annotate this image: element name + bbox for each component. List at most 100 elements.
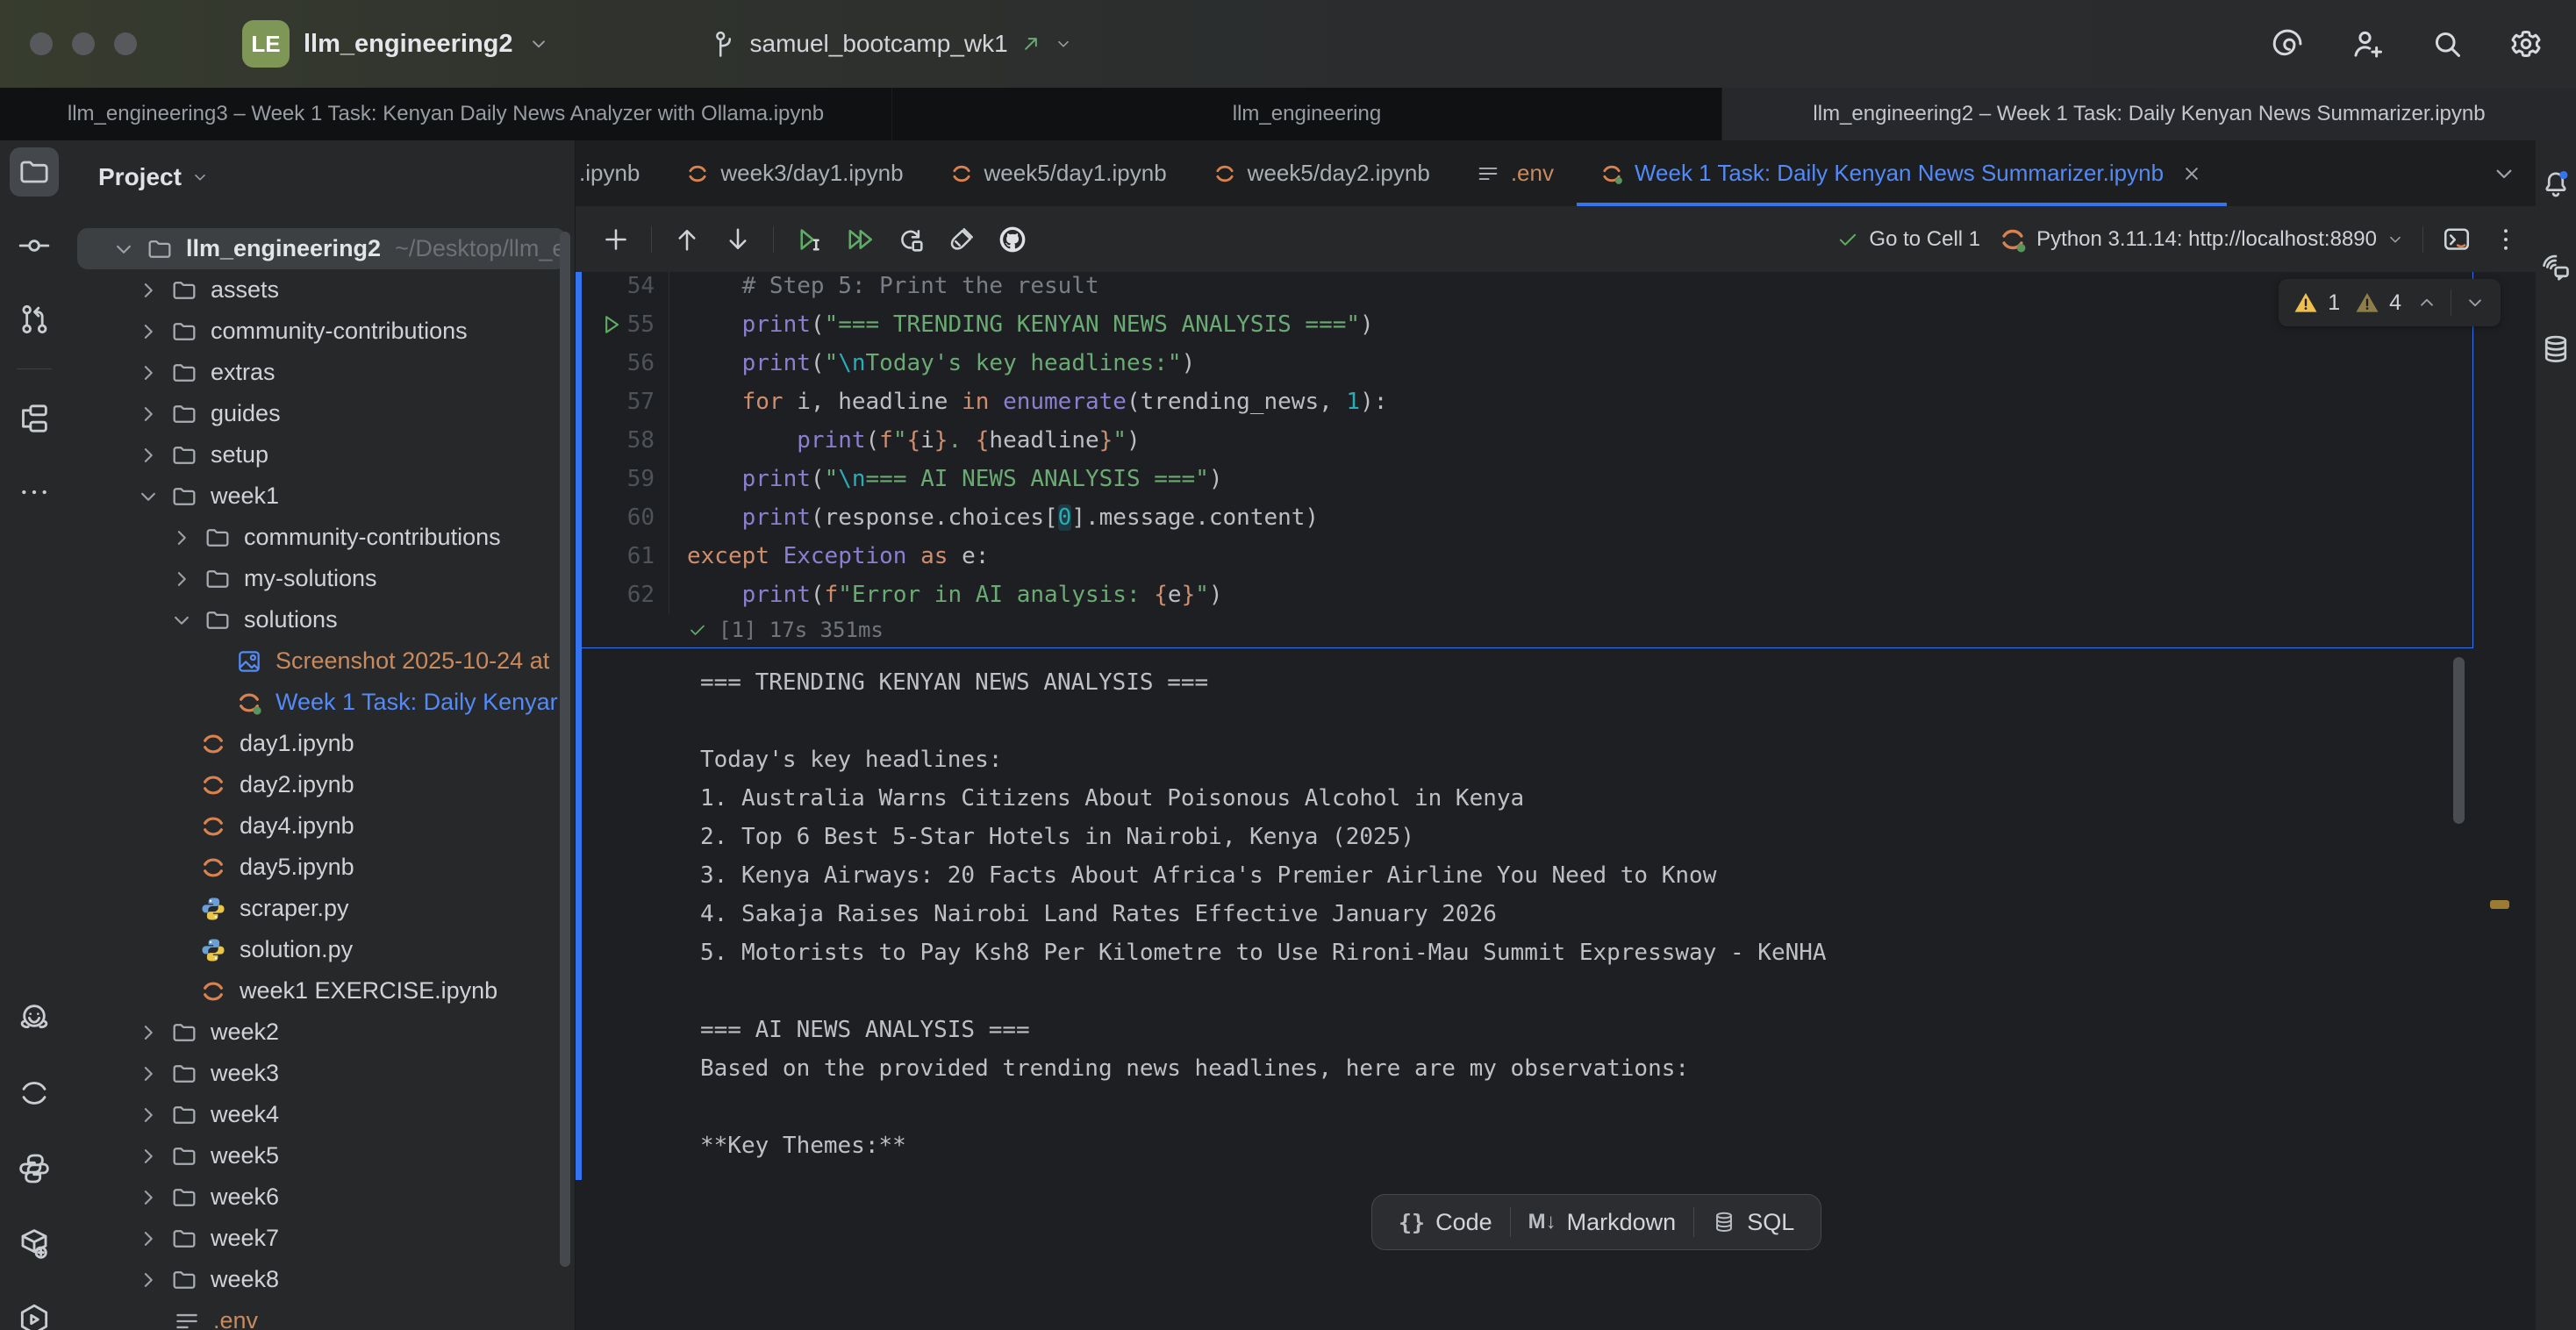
- window-tab[interactable]: llm_engineering: [892, 88, 1722, 140]
- tree-item[interactable]: week6: [68, 1176, 575, 1218]
- folder-icon: [170, 1183, 198, 1212]
- editor-tab[interactable]: .env: [1453, 140, 1577, 206]
- search-icon[interactable]: [2429, 25, 2465, 62]
- github-button[interactable]: [997, 224, 1028, 255]
- tree-item-label: week8: [211, 1266, 279, 1293]
- tree-item[interactable]: community-contributions: [68, 517, 575, 558]
- more-actions-button[interactable]: [2490, 224, 2522, 255]
- tree-item[interactable]: guides: [68, 393, 575, 434]
- tree-item-label: day5.ipynb: [240, 854, 354, 881]
- tree-item[interactable]: community-contributions: [68, 311, 575, 352]
- ide-window: LE llm_engineering2 samuel_bootcamp_wk1 …: [0, 0, 2576, 1330]
- code-cell[interactable]: 54 # Step 5: Print the result55 print("=…: [582, 272, 2473, 648]
- add-sql-cell-button[interactable]: SQL: [1694, 1195, 1812, 1249]
- tree-item[interactable]: week8: [68, 1259, 575, 1300]
- add-user-icon[interactable]: [2350, 25, 2386, 62]
- tree-item[interactable]: day1.ipynb: [68, 723, 575, 764]
- window-tab[interactable]: llm_engineering3 – Week 1 Task: Kenyan D…: [0, 88, 892, 140]
- tree-item[interactable]: day4.ipynb: [68, 805, 575, 847]
- tool-folder-button[interactable]: [10, 147, 59, 197]
- tree-item[interactable]: week3: [68, 1053, 575, 1094]
- tree-item[interactable]: week1 EXERCISE.ipynb: [68, 970, 575, 1012]
- tree-item[interactable]: day5.ipynb: [68, 847, 575, 888]
- tool-services-button[interactable]: [10, 1295, 59, 1330]
- project-tree-scrollbar[interactable]: [560, 232, 570, 1267]
- markdown-icon: M↓: [1528, 1210, 1556, 1234]
- add-button[interactable]: [600, 224, 632, 255]
- tool-huggingface-button[interactable]: [10, 993, 59, 1042]
- line-number: 57: [582, 383, 669, 421]
- window-tab[interactable]: llm_engineering2 – Week 1 Task: Daily Ke…: [1722, 88, 2576, 140]
- tree-item[interactable]: solution.py: [68, 929, 575, 970]
- previ­ous-problem-button[interactable]: [2415, 291, 2438, 314]
- tree-item[interactable]: week2: [68, 1012, 575, 1053]
- tool-commit-button[interactable]: [10, 221, 59, 270]
- tree-item[interactable]: day2.ipynb: [68, 764, 575, 805]
- add-markdown-cell-button[interactable]: M↓ Markdown: [1511, 1195, 1694, 1249]
- tool-database-button[interactable]: [2536, 325, 2576, 374]
- tree-item[interactable]: Screenshot 2025-10-24 at: [68, 640, 575, 682]
- tree-item[interactable]: scraper.py: [68, 888, 575, 929]
- run-cell-gutter-icon[interactable]: [599, 312, 624, 337]
- goto-cell-button[interactable]: Go to Cell 1: [1835, 227, 1980, 252]
- tool-structure-button[interactable]: [10, 394, 59, 443]
- editor-tab[interactable]: week5/day2.ipynb: [1190, 140, 1453, 206]
- tree-item[interactable]: llm_engineering2~/Desktop/llm_er: [77, 228, 566, 269]
- tool-python-outline-button[interactable]: [10, 1144, 59, 1193]
- branch-widget[interactable]: samuel_bootcamp_wk1: [708, 28, 1073, 60]
- run-button[interactable]: [793, 224, 825, 255]
- editor-tab[interactable]: .ipynb: [576, 140, 662, 206]
- settings-icon[interactable]: [2508, 25, 2544, 62]
- close-tab-icon[interactable]: [2179, 161, 2204, 186]
- add-code-cell-button[interactable]: {} Code: [1381, 1195, 1510, 1249]
- project-selector[interactable]: LE llm_engineering2: [242, 20, 550, 68]
- arrow-up-button[interactable]: [671, 224, 703, 255]
- next-problem-button[interactable]: [2464, 291, 2487, 314]
- editor-tab[interactable]: week3/day1.ipynb: [662, 140, 926, 206]
- editor-tab[interactable]: week5/day1.ipynb: [927, 140, 1190, 206]
- hidden-tabs-button[interactable]: [2490, 160, 2518, 188]
- inspections-widget[interactable]: 1 4: [2279, 279, 2501, 326]
- project-header[interactable]: Project: [68, 140, 575, 191]
- tree-item[interactable]: week5: [68, 1135, 575, 1176]
- tree-item[interactable]: Week 1 Task: Daily Kenyar: [68, 682, 575, 723]
- ai-swirl-icon[interactable]: [2271, 25, 2308, 62]
- arrow-down-button[interactable]: [722, 224, 754, 255]
- folder-icon: [170, 1142, 198, 1170]
- tree-item[interactable]: week1: [68, 476, 575, 517]
- minimize-window-button[interactable]: [72, 32, 95, 55]
- tree-item[interactable]: extras: [68, 352, 575, 393]
- tree-item[interactable]: assets: [68, 269, 575, 311]
- package-icon: [17, 1226, 52, 1262]
- jupyter-console-button[interactable]: [2441, 224, 2472, 255]
- tree-item[interactable]: week4: [68, 1094, 575, 1135]
- output-scrollbar[interactable]: [2453, 657, 2465, 824]
- chevron-down-icon: [1054, 34, 1073, 54]
- env-icon: [1476, 161, 1500, 186]
- run-all-button[interactable]: [844, 224, 876, 255]
- scrollbar-warning-mark: [2490, 900, 2509, 909]
- tool-pull-request-button[interactable]: [10, 295, 59, 344]
- tree-item-label: day4.ipynb: [240, 812, 354, 840]
- tree-item[interactable]: week7: [68, 1218, 575, 1259]
- python-icon: [199, 895, 227, 923]
- clean-button[interactable]: [946, 224, 977, 255]
- tree-item[interactable]: solutions: [68, 599, 575, 640]
- tool-ai-chat-button[interactable]: [2536, 242, 2576, 291]
- close-window-button[interactable]: [30, 32, 53, 55]
- editor-tab[interactable]: Week 1 Task: Daily Kenyan News Summarize…: [1577, 140, 2227, 206]
- kernel-selector[interactable]: Python 3.11.14: http://localhost:8890: [1998, 225, 2405, 254]
- huggingface-icon: [17, 1000, 52, 1035]
- line-number: 55: [582, 305, 669, 344]
- warning-icon: [2293, 290, 2319, 316]
- tool-bell-button[interactable]: [2536, 160, 2576, 209]
- restart-button[interactable]: [895, 224, 927, 255]
- zoom-window-button[interactable]: [114, 32, 137, 55]
- tool-package-button[interactable]: [10, 1219, 59, 1269]
- tree-item[interactable]: .env: [68, 1300, 575, 1330]
- tool-jupyter-outline-button[interactable]: [10, 1069, 59, 1118]
- tree-item[interactable]: my-solutions: [68, 558, 575, 599]
- tree-item[interactable]: setup: [68, 434, 575, 476]
- tree-item-label: day1.ipynb: [240, 730, 354, 757]
- tool-more-button[interactable]: [10, 468, 59, 517]
